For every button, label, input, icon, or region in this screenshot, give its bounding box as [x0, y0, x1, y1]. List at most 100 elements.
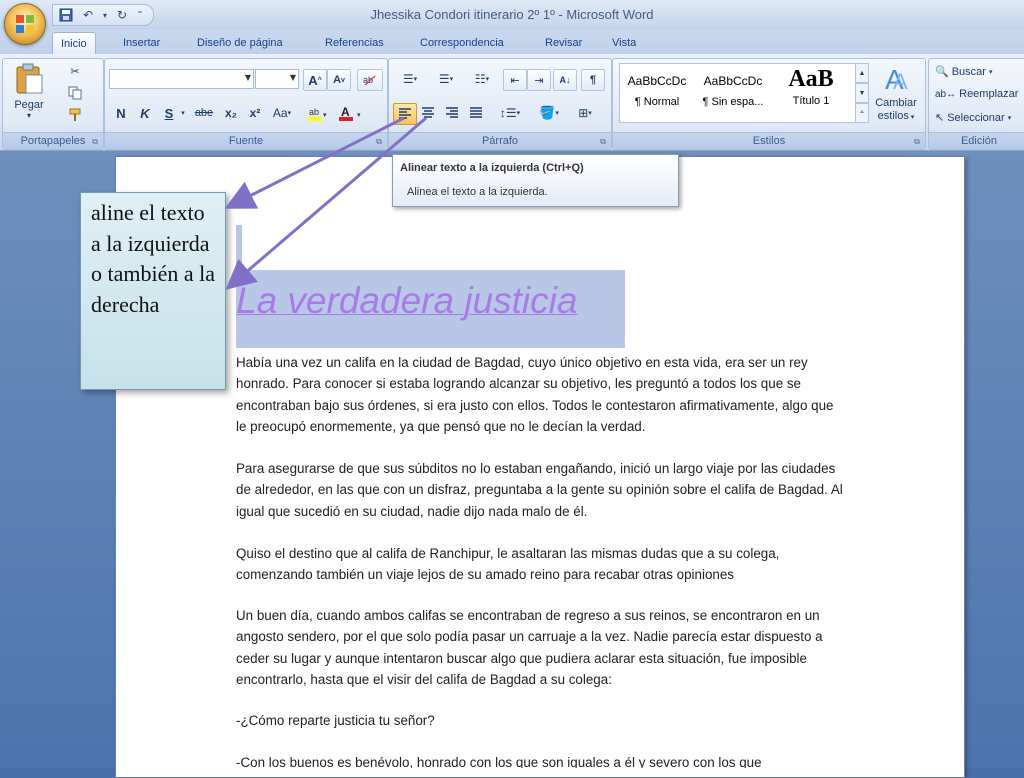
grow-font-label: A [308, 72, 318, 88]
subscript-button[interactable]: x₂ [221, 103, 241, 123]
pilcrow-icon: ¶ [589, 74, 597, 86]
align-right-icon [446, 107, 458, 118]
paragraph-1[interactable]: Había una vez un califa en la ciudad de … [236, 352, 846, 437]
paste-label: Pegar [14, 99, 44, 111]
font-name-combo[interactable]: ▼ [109, 69, 254, 89]
font-launcher-icon[interactable]: ⧉ [374, 137, 384, 147]
svg-text:A: A [893, 69, 908, 93]
tab-vista[interactable]: Vista [604, 32, 644, 54]
select-button[interactable]: ↖ Seleccionar ▾ [935, 111, 1011, 125]
style-normal-name: ¶ Normal [634, 96, 680, 108]
multilevel-list-button[interactable]: ☷ ▾ [465, 69, 499, 89]
paragraph-group-label: Párrafo [389, 132, 611, 149]
tab-correspondencia[interactable]: Correspondencia [412, 32, 512, 54]
document-title-text: La verdadera justicia [236, 280, 578, 321]
selection-highlight [236, 225, 242, 270]
editing-group: 🔍 Buscar ▾ ab↔ Reemplazar ↖ Seleccionar ▾ Edi… [928, 58, 1024, 150]
tooltip-description: Alinea el texto a la izquierda. [407, 186, 548, 198]
office-logo-icon [16, 15, 34, 33]
cut-icon[interactable]: ✂ [65, 61, 85, 81]
svg-text:A: A [341, 105, 350, 119]
replace-label: Reemplazar [959, 88, 1019, 100]
copy-icon[interactable] [65, 83, 85, 103]
font-color-icon: A ▾ [339, 105, 361, 121]
style-heading-1-name: Título 1 [792, 95, 830, 107]
italic-button[interactable]: K [135, 103, 155, 123]
format-painter-icon[interactable] [65, 105, 85, 125]
superscript-button[interactable]: x² [245, 103, 265, 123]
justify-icon [470, 107, 482, 118]
line-spacing-button[interactable]: ↕☰ ▾ [495, 103, 525, 123]
find-label: Buscar [951, 65, 986, 78]
line-spacing-icon: ↕☰ [499, 106, 517, 120]
shrink-font-button[interactable]: Av [327, 69, 351, 91]
sort-button[interactable]: A↓ [553, 69, 577, 91]
styles-more-icon[interactable]: ⩡ [855, 103, 869, 123]
editing-group-label: Edición [929, 132, 1024, 149]
select-arrow-icon: ↖ [935, 112, 945, 124]
tab-revisar[interactable]: Revisar [537, 32, 590, 54]
chevron-down-icon: ▼ [244, 73, 251, 82]
show-marks-button[interactable]: ¶ [581, 69, 605, 91]
ribbon-tabs: Inicio Insertar Diseño de página Referen… [0, 30, 1024, 55]
change-case-label: Aa [272, 106, 288, 120]
replace-button[interactable]: ab↔ Reemplazar [935, 88, 1018, 100]
paragraph-2[interactable]: Para asegurarse de que sus súbditos no l… [236, 458, 846, 522]
change-styles-label-2: estilos ▾ [877, 110, 915, 122]
strikethrough-button[interactable]: abe [191, 103, 217, 123]
align-left-button[interactable] [393, 103, 417, 125]
font-size-combo[interactable]: ▼ [255, 69, 299, 89]
bullets-icon: ☰ [402, 72, 414, 86]
align-center-button[interactable] [417, 103, 439, 123]
tab-insertar[interactable]: Insertar [115, 32, 168, 54]
find-button[interactable]: 🔍 Buscar ▾ [935, 65, 992, 79]
style-normal[interactable]: AaBbCcDc ¶ Normal [622, 66, 692, 116]
font-color-button[interactable]: A ▾ [337, 103, 367, 123]
underline-dropdown-icon[interactable]: ▾ [179, 103, 187, 123]
paragraph-6[interactable]: -Con los buenos es benévolo, honrado con… [236, 752, 846, 768]
align-center-icon [422, 107, 434, 118]
styles-group-label: Estilos [613, 132, 925, 149]
tab-inicio[interactable]: Inicio [52, 32, 96, 55]
tab-diseno-pagina[interactable]: Diseño de página [189, 32, 291, 54]
highlight-button[interactable]: ab ▾ [305, 103, 331, 123]
bold-button[interactable]: N [111, 103, 131, 123]
grow-font-button[interactable]: A ^ [303, 69, 327, 91]
clear-format-button[interactable]: ab [357, 69, 383, 91]
multilevel-list-icon: ☷ [474, 72, 486, 86]
bullets-button[interactable]: ☰ ▾ [393, 69, 427, 89]
paragraph-5[interactable]: -¿Cómo reparte justicia tu señor? [236, 710, 846, 731]
paste-icon [16, 63, 43, 94]
paste-button[interactable]: Pegar ▾ [9, 63, 49, 127]
align-left-tooltip: Alinear texto a la izquierda (Ctrl+Q) Al… [392, 154, 679, 207]
style-heading-1[interactable]: AaB Título 1 [776, 66, 846, 116]
paragraph-3[interactable]: Quiso el destino que al califa de Ranchi… [236, 543, 846, 586]
title-bar: ↶ ▾ ↻ ⁼ Jhessika Condori itinerario 2º 1… [0, 0, 1024, 31]
svg-text:▾: ▾ [323, 112, 327, 119]
style-no-spacing[interactable]: AaBbCcDc ¶ Sin espa... [698, 66, 768, 116]
paragraph-4[interactable]: Un buen día, cuando ambos califas se enc… [236, 605, 846, 690]
office-button[interactable] [4, 3, 46, 45]
numbering-button[interactable]: ☰ ▾ [429, 69, 463, 89]
paste-dropdown-icon[interactable]: ▾ [9, 111, 49, 120]
decrease-indent-button[interactable]: ⇤ [503, 69, 527, 91]
document-title[interactable]: La verdadera justicia [236, 270, 625, 348]
styles-scroll-down-icon[interactable]: ▼ [855, 83, 869, 103]
increase-indent-button[interactable]: ⇥ [527, 69, 551, 91]
justify-button[interactable] [465, 103, 487, 123]
highlighter-icon: ab ▾ [308, 107, 327, 121]
change-case-button[interactable]: Aa ▾ [269, 103, 295, 123]
shading-button[interactable]: 🪣 ▾ [533, 103, 565, 123]
change-styles-button[interactable]: AA Cambiar estilos ▾ [871, 63, 921, 127]
tab-referencias[interactable]: Referencias [317, 32, 392, 54]
styles-launcher-icon[interactable]: ⧉ [912, 137, 922, 147]
align-right-button[interactable] [441, 103, 463, 123]
styles-gallery: AaBbCcDc ¶ Normal AaBbCcDc ¶ Sin espa...… [619, 63, 857, 123]
sort-icon: A↓ [559, 75, 571, 85]
clipboard-launcher-icon[interactable]: ⧉ [90, 137, 100, 147]
underline-button[interactable]: S [159, 103, 179, 123]
paragraph-launcher-icon[interactable]: ⧉ [598, 137, 608, 147]
styles-scroll-up-icon[interactable]: ▲ [855, 63, 869, 83]
borders-button[interactable]: ⊞ ▾ [569, 103, 601, 123]
binoculars-icon: 🔍 [935, 66, 949, 78]
